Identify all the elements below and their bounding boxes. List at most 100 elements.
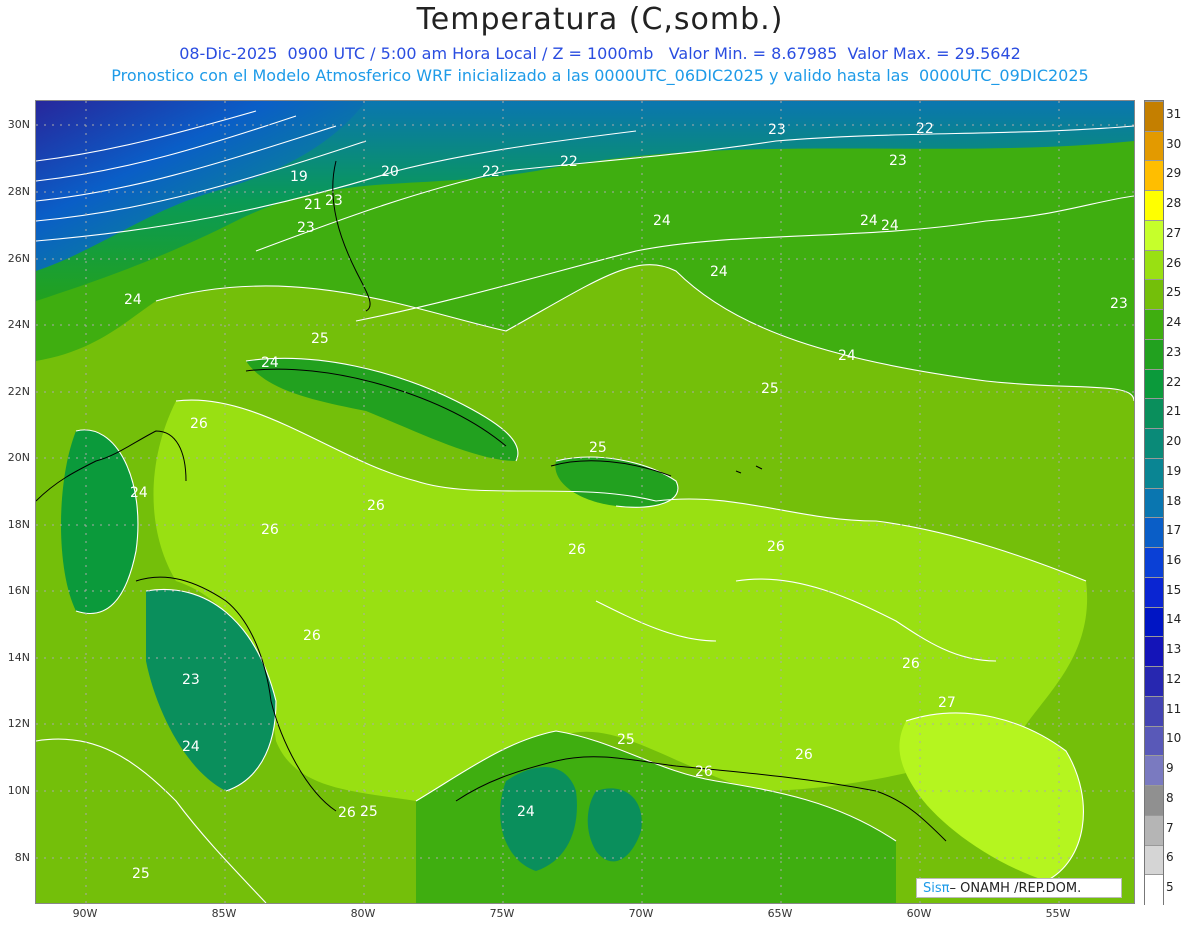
contour-label: 27 — [938, 695, 956, 711]
contour-label: 24 — [261, 355, 279, 371]
color-scale-label: 5 — [1166, 880, 1174, 895]
lon-label: 60W — [906, 907, 932, 920]
color-scale-swatch — [1145, 130, 1163, 162]
contour-label: 25 — [589, 440, 607, 456]
contour-label: 24 — [860, 213, 878, 229]
lon-label: 85W — [211, 907, 237, 920]
contour-label: 21 — [304, 197, 322, 213]
contour-label: 19 — [290, 169, 308, 185]
lat-label: 20N — [7, 451, 30, 464]
color-scale-label: 25 — [1166, 285, 1182, 300]
color-scale-label: 28 — [1166, 196, 1182, 211]
color-scale-label: 31 — [1166, 106, 1182, 121]
lat-label: 16N — [7, 584, 30, 597]
contour-label: 26 — [568, 542, 586, 558]
color-scale-label: 8 — [1166, 790, 1174, 805]
lat-label: 26N — [7, 252, 30, 265]
forecast-time-line: 08-Dic-2025 0900 UTC / 5:00 am Hora Loca… — [179, 44, 1021, 63]
contour-label: 22 — [482, 164, 500, 180]
color-scale-swatch — [1145, 666, 1163, 697]
contour-label: 23 — [889, 153, 907, 169]
lon-label: 75W — [489, 907, 515, 920]
contour-label: 24 — [881, 218, 899, 234]
color-scale-label: 23 — [1166, 344, 1182, 359]
contour-label: 22 — [916, 121, 934, 137]
color-scale-swatch — [1145, 398, 1163, 430]
lon-label: 70W — [628, 907, 654, 920]
lon-label: 55W — [1045, 907, 1071, 920]
contour-label: 23 — [768, 122, 786, 138]
lon-label: 80W — [350, 907, 376, 920]
contour-label: 24 — [653, 213, 671, 229]
contour-label: 26 — [338, 805, 356, 821]
contour-label: 24 — [838, 348, 856, 364]
color-scale-swatch — [1145, 219, 1163, 251]
contour-label: 23 — [1110, 296, 1128, 312]
model-info-line: Pronostico con el Modelo Atmosferico WRF… — [111, 66, 1089, 85]
color-scale-label: 11 — [1166, 701, 1182, 716]
color-scale-swatch — [1145, 101, 1163, 132]
logo-agency-text: – ONAMH /REP.DOM. — [949, 880, 1082, 896]
color-scale-swatch — [1145, 636, 1163, 668]
contour-label: 26 — [767, 539, 785, 555]
contour-label: 26 — [902, 656, 920, 672]
color-scale-label: 30 — [1166, 136, 1182, 151]
color-scale-label: 9 — [1166, 761, 1174, 776]
color-scale-swatch — [1145, 844, 1163, 876]
contour-label: 25 — [761, 381, 779, 397]
color-scale-swatch — [1145, 874, 1163, 905]
map-title: Temperatura (C,somb.) — [416, 2, 784, 37]
color-scale-swatch — [1145, 576, 1163, 608]
color-scale-swatch — [1145, 755, 1163, 787]
color-scale-label: 27 — [1166, 225, 1182, 240]
contour-label: 23 — [182, 672, 200, 688]
contour-label: 26 — [261, 522, 279, 538]
lon-label: 65W — [767, 907, 793, 920]
contour-label: 25 — [617, 732, 635, 748]
contour-label: 26 — [795, 747, 813, 763]
color-scale-swatch — [1145, 428, 1163, 459]
color-scale-label: 21 — [1166, 404, 1182, 419]
color-scale-label: 12 — [1166, 671, 1182, 686]
color-scale-label: 16 — [1166, 552, 1182, 567]
contour-label: 24 — [517, 804, 535, 820]
color-scale-label: 24 — [1166, 315, 1182, 330]
color-scale-label: 20 — [1166, 434, 1182, 449]
lat-label: 8N — [14, 851, 30, 864]
contour-label: 20 — [381, 164, 399, 180]
color-scale-swatch — [1145, 160, 1163, 192]
lon-label: 90W — [72, 907, 98, 920]
color-scale-swatch — [1145, 309, 1163, 340]
color-scale-swatch — [1145, 725, 1163, 757]
color-scale-swatch — [1145, 606, 1163, 638]
lat-label: 12N — [7, 717, 30, 730]
color-scale-swatch — [1145, 487, 1163, 519]
contour-label: 24 — [182, 739, 200, 755]
contour-label: 24 — [710, 264, 728, 280]
contour-label: 23 — [297, 220, 315, 236]
contour-label: 26 — [303, 628, 321, 644]
color-scale-swatch — [1145, 517, 1163, 549]
agency-logo: Sisπ – ONAMH /REP.DOM. — [916, 878, 1122, 898]
color-scale-swatch — [1145, 338, 1163, 370]
contour-label: 22 — [560, 154, 578, 170]
temperature-map: 23 22 23 20 19 22 21 23 23 22 24 24 24 2… — [35, 100, 1135, 904]
contour-label: 26 — [695, 764, 713, 780]
color-scale-label: 10 — [1166, 731, 1182, 746]
contour-label: 25 — [132, 866, 150, 882]
lat-label: 14N — [7, 651, 30, 664]
contour-label: 24 — [130, 485, 148, 501]
color-scale-label: 26 — [1166, 255, 1182, 270]
lat-label: 18N — [7, 518, 30, 531]
temperature-field: 23 22 23 20 19 22 21 23 23 22 24 24 24 2… — [36, 101, 1134, 903]
contour-label: 26 — [190, 416, 208, 432]
color-scale-label: 14 — [1166, 612, 1182, 627]
lat-label: 10N — [7, 784, 30, 797]
color-scale-label: 6 — [1166, 850, 1174, 865]
color-scale-label: 19 — [1166, 463, 1182, 478]
lat-label: 30N — [7, 118, 30, 131]
contour-label: 24 — [124, 292, 142, 308]
color-scale-label: 22 — [1166, 374, 1182, 389]
color-scale-label: 29 — [1166, 166, 1182, 181]
logo-sis-text: Sisπ — [923, 880, 950, 896]
